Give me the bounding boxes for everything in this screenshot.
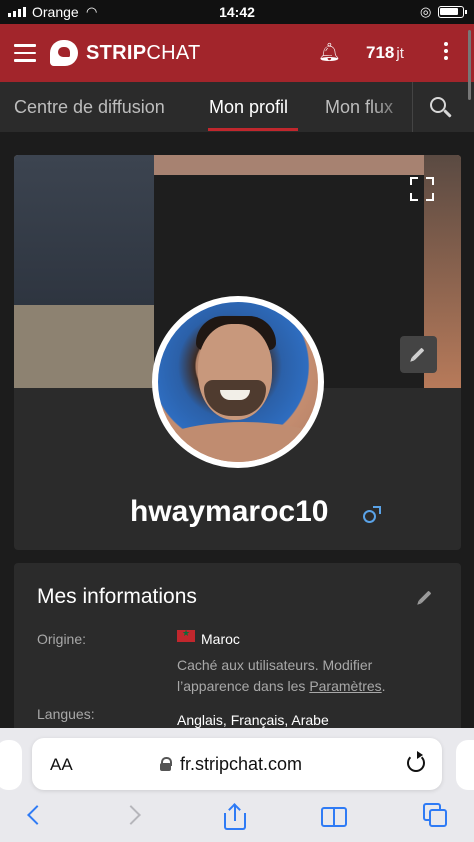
edit-cover-button[interactable] <box>400 336 437 373</box>
edit-info-button[interactable] <box>414 585 438 609</box>
profile-card: hwaymaroc10 <box>14 155 461 550</box>
stripchat-logo-icon[interactable] <box>50 40 78 66</box>
bookmarks-icon[interactable] <box>321 807 349 827</box>
info-section-title: Mes informations <box>37 585 197 608</box>
hidden-note-end: . <box>381 678 386 694</box>
pencil-icon <box>411 347 425 361</box>
reload-icon[interactable] <box>407 751 425 772</box>
rotation-lock-icon: ◎ <box>420 4 432 19</box>
tabs-icon[interactable] <box>423 803 449 829</box>
more-options-icon[interactable] <box>444 42 450 63</box>
lock-icon <box>160 757 172 771</box>
status-bar: Orange ◠ 14:42 ◎ <box>0 0 474 24</box>
pencil-icon <box>418 590 432 604</box>
languages-value: Anglais, Français, Arabe <box>177 712 329 728</box>
browser-toolbar <box>0 798 474 842</box>
profile-tabs: Centre de diffusion Mon profil Mon flux <box>0 82 474 132</box>
morocco-flag-icon <box>177 628 195 642</box>
menu-icon[interactable] <box>14 44 36 67</box>
origin-label: Origine: <box>37 631 87 647</box>
fullscreen-icon[interactable] <box>410 177 434 201</box>
token-unit: jt <box>396 45 404 62</box>
languages-label: Langues: <box>37 706 95 722</box>
logo-light-text: CHAT <box>146 42 201 64</box>
search-icon[interactable] <box>428 95 454 121</box>
address-bar[interactable]: AA fr.stripchat.com <box>32 738 442 790</box>
tab-my-profile[interactable]: Mon profil <box>209 97 288 118</box>
back-icon[interactable] <box>27 805 47 825</box>
forward-icon[interactable] <box>121 805 141 825</box>
next-tab-preview[interactable] <box>456 740 474 790</box>
profile-username: hwaymaroc10 <box>130 495 329 528</box>
site-logo[interactable]: STRIPCHAT <box>86 42 201 65</box>
clock: 14:42 <box>219 4 255 20</box>
previous-tab-preview[interactable] <box>0 740 22 790</box>
origin-hidden-note: Caché aux utilisateurs. Modifier l’appar… <box>177 655 417 697</box>
male-icon <box>363 505 383 525</box>
info-section: Mes informations Origine: Maroc Caché au… <box>14 563 461 733</box>
active-tab-indicator <box>208 128 298 131</box>
text-size-button[interactable]: AA <box>50 755 73 775</box>
origin-value: Maroc <box>201 631 240 647</box>
settings-link[interactable]: Paramètres <box>309 678 381 694</box>
site-header: STRIPCHAT 🔔︎ 718 jt <box>0 24 474 82</box>
share-icon[interactable] <box>224 803 246 830</box>
bell-icon[interactable]: 🔔︎ <box>318 42 341 63</box>
battery-icon <box>438 6 467 18</box>
page-scrollbar[interactable] <box>468 30 471 100</box>
token-balance[interactable]: 718 jt <box>366 43 404 63</box>
logo-bold-text: STRIP <box>86 42 147 64</box>
divider <box>412 82 413 132</box>
avatar[interactable] <box>152 296 324 468</box>
url-text[interactable]: fr.stripchat.com <box>180 754 302 775</box>
browser-chrome: AA fr.stripchat.com <box>0 728 474 842</box>
token-count: 718 <box>366 43 395 62</box>
tab-broadcast-center[interactable]: Centre de diffusion <box>14 97 165 118</box>
